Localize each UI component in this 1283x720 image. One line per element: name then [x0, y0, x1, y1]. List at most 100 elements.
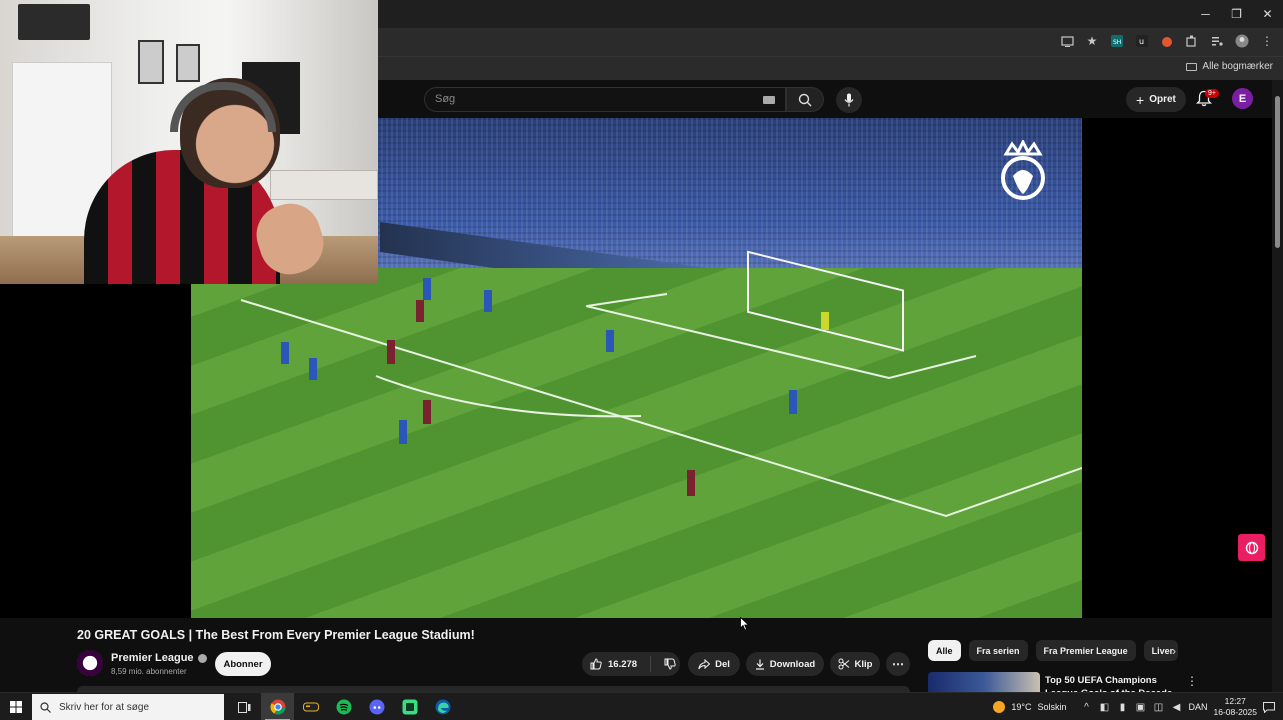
- media-icon[interactable]: [1209, 32, 1225, 50]
- game-app[interactable]: [294, 693, 327, 720]
- more-horizontal-icon: ⋯: [892, 657, 904, 671]
- channel-avatar[interactable]: [77, 650, 103, 676]
- system-clock[interactable]: 12:27 16-08-2025: [1214, 696, 1257, 718]
- subscriber-count: 8,59 mio. abonnenter: [111, 667, 187, 676]
- task-view-icon: [238, 701, 251, 713]
- dislike-button[interactable]: [664, 658, 676, 670]
- globe-icon: [1245, 541, 1258, 554]
- keyboard-icon[interactable]: [763, 96, 775, 104]
- recommended-video-menu-icon[interactable]: ⋮: [1186, 674, 1198, 688]
- discord-app[interactable]: [360, 693, 393, 720]
- search-box[interactable]: Søg: [424, 87, 786, 112]
- voice-search-button[interactable]: [836, 87, 862, 113]
- edge-app[interactable]: [426, 693, 459, 720]
- input-language[interactable]: DAN: [1189, 702, 1208, 712]
- download-button[interactable]: Download: [746, 652, 824, 676]
- create-label: Opret: [1149, 94, 1176, 105]
- wifi-icon[interactable]: ◫: [1153, 701, 1165, 713]
- recommended-video-thumbnail[interactable]: [928, 672, 1040, 692]
- channel-name-label: Premier League: [111, 652, 194, 664]
- camera-tray-icon[interactable]: ▣: [1135, 701, 1147, 713]
- page-scrollbar[interactable]: [1272, 80, 1283, 692]
- recommendation-chips: Alle Fra serien Fra Premier League Liver: [928, 640, 1178, 661]
- verified-icon: [197, 653, 207, 663]
- windows-taskbar: Skriv her for at søge 19°C Solskin ^ ◧ ▮…: [0, 692, 1283, 720]
- wall-picture: [176, 44, 200, 82]
- task-view-button[interactable]: [228, 693, 261, 720]
- start-button[interactable]: [0, 693, 32, 720]
- extension-u-icon[interactable]: u: [1134, 32, 1150, 50]
- toolbar-icons: ★ SH u ⋮: [1059, 32, 1275, 50]
- minimize-button[interactable]: ─: [1190, 0, 1221, 28]
- share-icon: [698, 658, 711, 669]
- app-icon: [402, 699, 417, 715]
- more-actions-button[interactable]: ⋯: [886, 652, 910, 676]
- system-tray: 19°C Solskin ^ ◧ ▮ ▣ ◫ ◀ DAN 12:27 16-08…: [993, 693, 1283, 720]
- extension-fire-icon[interactable]: [1159, 32, 1175, 50]
- video-letterbox-left: [0, 284, 191, 618]
- search-input[interactable]: Søg: [435, 93, 455, 105]
- weather-temperature[interactable]: 19°C: [1011, 702, 1031, 712]
- kebab-menu-icon[interactable]: ⋮: [1259, 32, 1275, 50]
- share-label: Del: [715, 658, 730, 670]
- puzzle-icon[interactable]: [1184, 32, 1200, 50]
- green-app[interactable]: [393, 693, 426, 720]
- account-avatar[interactable]: E: [1232, 88, 1253, 109]
- profile-icon[interactable]: [1234, 32, 1250, 50]
- download-icon: [755, 659, 764, 670]
- edge-icon: [435, 699, 450, 715]
- taskbar-search-placeholder: Skriv her for at søge: [59, 701, 150, 713]
- star-icon[interactable]: ★: [1084, 32, 1100, 50]
- chip-all[interactable]: Alle: [928, 640, 961, 661]
- windows-logo-icon: [10, 701, 22, 713]
- chip-from-series[interactable]: Fra serien: [968, 640, 1028, 661]
- desk: [270, 170, 378, 200]
- chevron-right-icon[interactable]: ›: [1172, 644, 1176, 658]
- wall-picture: [138, 40, 164, 84]
- subscribe-button[interactable]: Abonner: [215, 652, 271, 676]
- clock-time: 12:27: [1224, 696, 1246, 706]
- all-bookmarks-button[interactable]: Alle bogmærker: [1186, 61, 1273, 72]
- volume-icon[interactable]: ◀: [1171, 701, 1183, 713]
- clip-button[interactable]: Klip: [830, 652, 880, 676]
- spotify-app[interactable]: [327, 693, 360, 720]
- floating-extension-button[interactable]: [1238, 534, 1265, 561]
- all-bookmarks-label: Alle bogmærker: [1202, 61, 1273, 72]
- restore-button[interactable]: ❐: [1221, 0, 1252, 28]
- create-button[interactable]: + Opret: [1126, 87, 1186, 112]
- share-button[interactable]: Del: [688, 652, 740, 676]
- channel-name[interactable]: Premier League: [111, 652, 207, 664]
- screen: ─ ❐ ✕ ★ SH u ⋮ Alle bogmærker Søg + Opre…: [0, 0, 1283, 720]
- notification-center-icon[interactable]: [1263, 701, 1275, 713]
- chrome-app[interactable]: [261, 693, 294, 720]
- microphone-tray-icon[interactable]: ▮: [1117, 701, 1129, 713]
- microwave: [18, 4, 90, 40]
- window-controls: ─ ❐ ✕: [1190, 0, 1283, 28]
- search-icon: [798, 93, 812, 106]
- taskbar-apps: [228, 693, 459, 720]
- close-button[interactable]: ✕: [1252, 0, 1283, 28]
- weather-description[interactable]: Solskin: [1037, 702, 1066, 712]
- cast-icon[interactable]: [1059, 32, 1075, 50]
- svg-text:SH: SH: [1113, 39, 1121, 46]
- network-icon[interactable]: ◧: [1099, 701, 1111, 713]
- thumbs-down-icon: [664, 658, 676, 670]
- search-button[interactable]: [786, 87, 824, 112]
- plus-icon: +: [1136, 91, 1145, 108]
- video-title: 20 GREAT GOALS | The Best From Every Pre…: [77, 628, 475, 642]
- recommended-video-title[interactable]: Top 50 UEFA Champions League Goals of th…: [1045, 674, 1175, 692]
- clock-date: 16-08-2025: [1213, 707, 1257, 717]
- extension-sh-icon[interactable]: SH: [1109, 32, 1125, 50]
- taskbar-search[interactable]: Skriv her for at søge: [32, 694, 224, 720]
- chip-from-premier-league[interactable]: Fra Premier League: [1035, 640, 1136, 661]
- chevron-up-icon[interactable]: ^: [1081, 701, 1093, 713]
- like-button[interactable]: 16.278: [590, 658, 637, 670]
- players: [281, 278, 797, 444]
- webcam-overlay: [0, 0, 378, 284]
- search-icon: [40, 701, 51, 713]
- scissors-icon: [838, 658, 849, 670]
- like-count: 16.278: [608, 658, 638, 670]
- microphone-icon: [844, 93, 854, 107]
- scrollbar-thumb[interactable]: [1275, 96, 1280, 248]
- weather-sun-icon: [993, 701, 1006, 713]
